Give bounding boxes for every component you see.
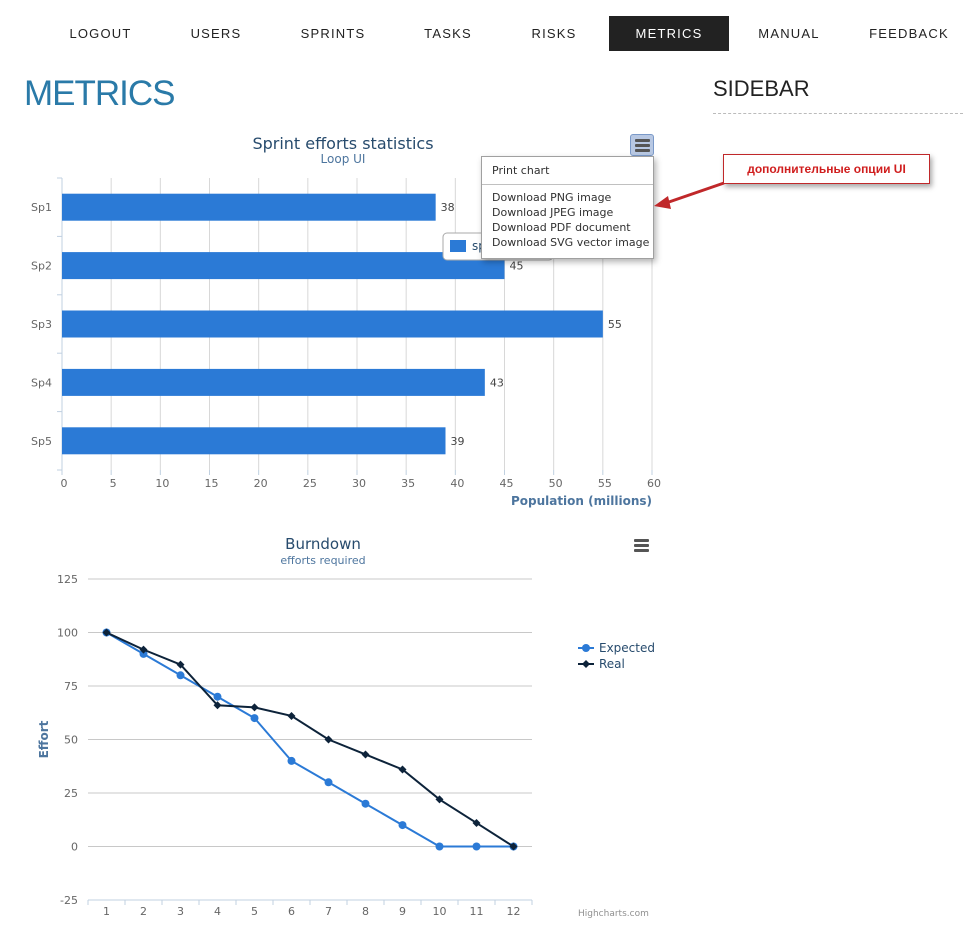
- chart2-x-tick-label: 2: [140, 905, 147, 918]
- chart2-x-tick-label: 7: [325, 905, 332, 918]
- chart2-point: [213, 692, 222, 701]
- nav-manual[interactable]: MANUAL: [729, 16, 849, 51]
- chart2-y-tick-label: -25: [60, 894, 78, 907]
- chart1-x-tick-label: 10: [155, 477, 169, 490]
- chart2-legend-item: Expected: [578, 641, 655, 655]
- chart2-point: [361, 750, 370, 759]
- chart1-data-label: 38: [441, 201, 455, 214]
- chart1-x-tick-label: 40: [450, 477, 464, 490]
- chart1-x-tick-label: 30: [352, 477, 366, 490]
- print-chart-item[interactable]: Print chart: [482, 163, 653, 178]
- chart1-bar: [62, 310, 603, 338]
- chart2-point: [176, 671, 185, 680]
- chart1-category-label: Sp3: [31, 318, 52, 331]
- annotation-callout: дополнительные опции UI: [723, 154, 930, 184]
- chart1-data-label: 39: [451, 435, 465, 448]
- nav-tasks[interactable]: TASKS: [398, 16, 498, 51]
- chart2-y-tick-label: 75: [64, 680, 78, 693]
- chart2-title: Burndown: [285, 535, 361, 553]
- chart2-point: [287, 756, 296, 765]
- chart1-data-label: 43: [490, 376, 504, 389]
- chart2-subtitle: efforts required: [280, 554, 365, 567]
- credits-link[interactable]: Highcharts.com: [578, 909, 649, 919]
- chart2-x-tick-label: 9: [399, 905, 406, 918]
- chart2-x-tick-label: 5: [251, 905, 258, 918]
- chart1-x-tick-label: 15: [205, 477, 219, 490]
- chart1-x-tick-label: 20: [254, 477, 268, 490]
- chart1-axis-title: Population (millions): [511, 494, 652, 508]
- page-title: METRICS: [24, 74, 175, 113]
- chart2-point: [250, 714, 259, 723]
- nav-sprints[interactable]: SPRINTS: [283, 16, 383, 51]
- chart2-y-tick-label: 25: [64, 787, 78, 800]
- chart2-y-tick-label: 100: [57, 627, 78, 640]
- chart1-title: Sprint efforts statistics: [252, 134, 433, 153]
- chart2-point: [361, 799, 370, 808]
- download-svg-item[interactable]: Download SVG vector image: [482, 235, 653, 250]
- nav-risks[interactable]: RISKS: [510, 16, 598, 51]
- chart2-point: [435, 842, 444, 851]
- download-jpeg-item[interactable]: Download JPEG image: [482, 205, 653, 220]
- chart1-x-tick-label: 25: [303, 477, 317, 490]
- chart2-x-tick-label: 4: [214, 905, 221, 918]
- chart2-legend-label: Expected: [599, 641, 655, 655]
- chart2-y-tick-label: 50: [64, 734, 78, 747]
- chart1-x-tick-label: 5: [110, 477, 117, 490]
- chart2-x-tick-label: 8: [362, 905, 369, 918]
- chart2-legend-item: Real: [578, 657, 625, 671]
- chart1-bar: [62, 252, 505, 280]
- chart2-y-axis-title: Effort: [37, 720, 51, 758]
- chart1-x-tick-label: 0: [61, 477, 68, 490]
- nav-logout[interactable]: LOGOUT: [48, 16, 153, 51]
- chart1-category-label: Sp5: [31, 435, 52, 448]
- chart2-legend-marker: [582, 660, 590, 668]
- chart2-x-tick-label: 6: [288, 905, 295, 918]
- chart2-point: [250, 703, 259, 712]
- chart2-legend-marker: [582, 644, 590, 652]
- chart1-bar: [62, 427, 446, 455]
- export-menu: Print chart Download PNG image Download …: [481, 156, 654, 259]
- chart2-point: [398, 821, 407, 830]
- chart1-category-label: Sp2: [31, 260, 52, 273]
- chart1-x-tick-label: 60: [647, 477, 661, 490]
- chart1-x-tick-label: 35: [401, 477, 415, 490]
- download-pdf-item[interactable]: Download PDF document: [482, 220, 653, 235]
- chart1-x-tick-label: 45: [500, 477, 514, 490]
- burndown-chart: Burndownefforts required-250255075100125…: [37, 535, 655, 918]
- nav-metrics[interactable]: METRICS: [609, 16, 729, 51]
- sidebar-divider: [713, 113, 963, 114]
- chart2-x-tick-label: 3: [177, 905, 184, 918]
- sidebar-title: SIDEBAR: [713, 76, 810, 101]
- chart1-category-label: Sp4: [31, 376, 52, 389]
- chart2-y-tick-label: 125: [57, 573, 78, 586]
- main-nav: LOGOUT USERS SPRINTS TASKS RISKS METRICS MANUA…: [0, 16, 973, 51]
- chart2-menu-button[interactable]: [630, 535, 654, 557]
- chart1-subtitle: Loop UI: [321, 152, 366, 166]
- chart1-x-tick-label: 50: [549, 477, 563, 490]
- chart2-legend-label: Real: [599, 657, 625, 671]
- chart1-category-label: Sp1: [31, 201, 52, 214]
- nav-users[interactable]: USERS: [166, 16, 266, 51]
- chart1-x-tick-label: 55: [598, 477, 612, 490]
- chart2-point: [472, 842, 481, 851]
- chart2-x-tick-label: 1: [103, 905, 110, 918]
- chart2-x-tick-label: 12: [507, 905, 521, 918]
- chart1-bar: [62, 193, 436, 221]
- chart1-data-label: 55: [608, 318, 622, 331]
- chart2-y-tick-label: 0: [71, 841, 78, 854]
- chart2-x-tick-label: 10: [433, 905, 447, 918]
- chart2-x-tick-label: 11: [470, 905, 484, 918]
- chart1-legend-symbol: [450, 240, 466, 252]
- nav-feedback[interactable]: FEEDBACK: [849, 16, 969, 51]
- chart1-bar: [62, 368, 485, 396]
- chart1-menu-button[interactable]: [630, 134, 654, 156]
- chart2-point: [324, 778, 333, 787]
- chart1-data-label: 45: [510, 260, 524, 273]
- download-png-item[interactable]: Download PNG image: [482, 190, 653, 205]
